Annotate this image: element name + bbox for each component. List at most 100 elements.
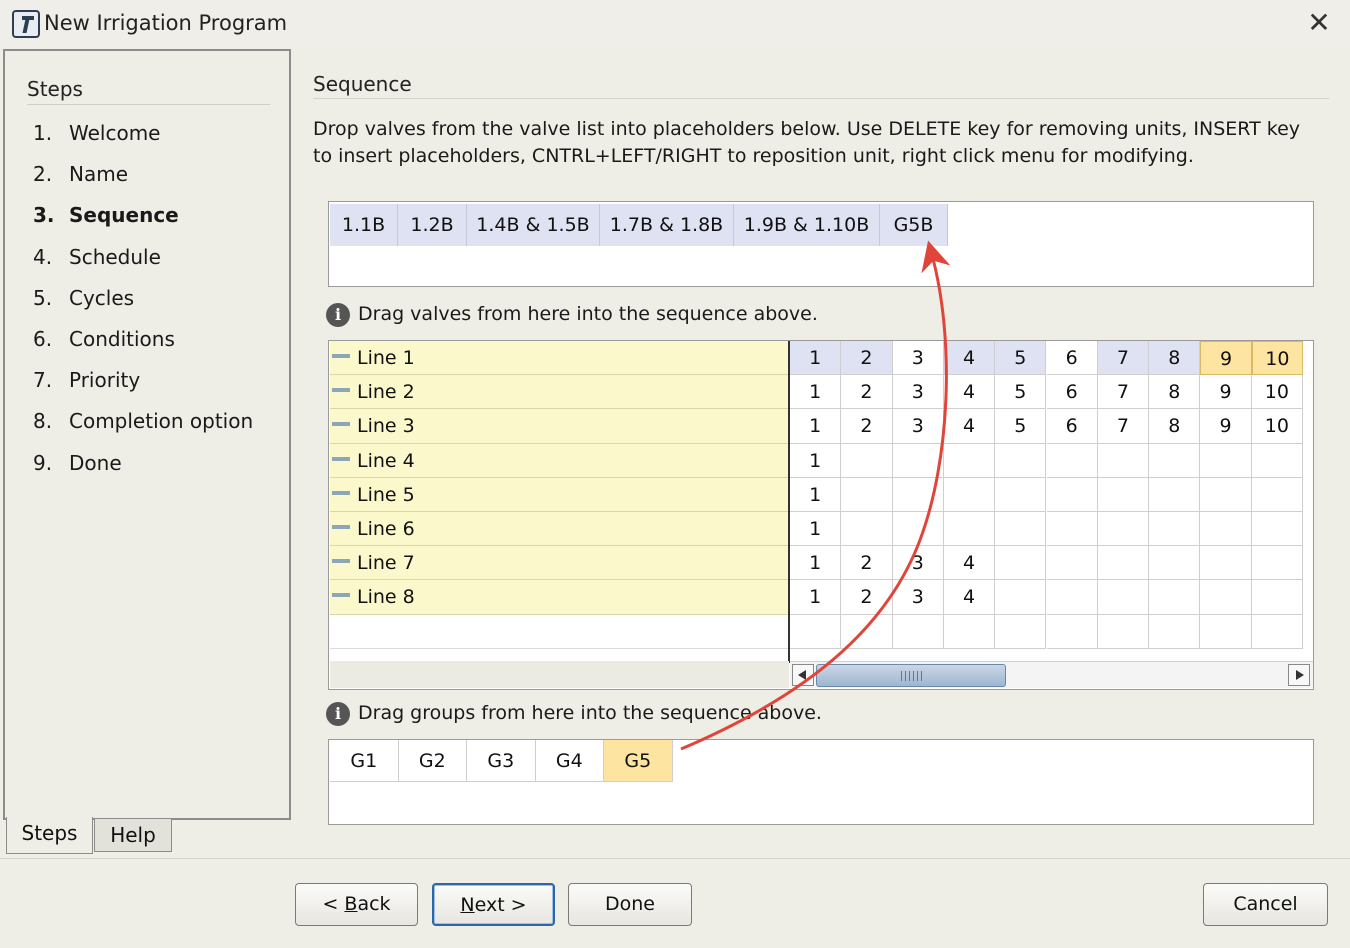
done-button[interactable]: Done [568, 883, 692, 926]
line-row-label[interactable]: Line 1 [330, 341, 788, 376]
line-row-label[interactable]: Line 3 [330, 409, 788, 444]
valve-cell[interactable] [1097, 580, 1150, 615]
valve-cell[interactable]: 3 [892, 375, 944, 410]
valve-cell[interactable]: 3 [892, 409, 944, 444]
valve-cell[interactable]: 8 [1149, 409, 1201, 444]
valve-cell[interactable] [1149, 580, 1201, 615]
valve-cell[interactable] [1097, 614, 1150, 649]
valve-cell[interactable]: 3 [892, 341, 944, 376]
valve-cell[interactable] [995, 580, 1047, 615]
valve-cell[interactable]: 2 [841, 375, 893, 410]
group-item-g4[interactable]: G4 [535, 740, 604, 782]
drag-handle-icon[interactable] [332, 525, 350, 529]
valve-cell[interactable] [892, 512, 944, 547]
valve-cell[interactable]: 1 [790, 341, 842, 376]
sequence-item[interactable]: 1.4B & 1.5B [467, 204, 600, 246]
group-item-g3[interactable]: G3 [467, 740, 536, 782]
valve-cell[interactable] [943, 477, 996, 512]
valve-cell[interactable]: 3 [892, 546, 944, 581]
valve-cell[interactable] [1200, 580, 1252, 615]
valve-cell[interactable]: 1 [790, 580, 842, 615]
valve-cell[interactable] [892, 477, 944, 512]
valve-cell[interactable]: 1 [790, 375, 842, 410]
valve-cell[interactable] [790, 614, 842, 649]
sequence-item[interactable]: 1.2B [398, 204, 467, 246]
valve-cell[interactable]: 6 [1046, 375, 1098, 410]
valve-cell[interactable]: 2 [841, 546, 893, 581]
line-row-label[interactable]: Line 5 [330, 477, 788, 512]
back-button[interactable]: < Back [295, 883, 418, 926]
valve-cell[interactable] [1251, 443, 1303, 478]
valve-cell[interactable]: 2 [841, 580, 893, 615]
valve-cell[interactable] [943, 614, 996, 649]
sequence-item[interactable]: 1.1B [330, 204, 398, 246]
valve-cell[interactable] [1149, 443, 1201, 478]
valve-cell[interactable]: 10 [1251, 409, 1303, 444]
valve-cell[interactable]: 5 [995, 409, 1047, 444]
cancel-button[interactable]: Cancel [1203, 883, 1328, 926]
valve-cell[interactable]: 4 [943, 341, 996, 376]
line-row-label[interactable]: Line 6 [330, 512, 788, 547]
line-row-label[interactable]: Line 4 [330, 443, 788, 478]
valve-cell[interactable] [1251, 477, 1303, 512]
valve-cell[interactable] [841, 477, 893, 512]
valve-cell[interactable]: 7 [1097, 375, 1150, 410]
valve-cell[interactable] [1200, 477, 1252, 512]
scroll-left-arrow-icon[interactable] [792, 664, 814, 686]
valve-cell[interactable]: 1 [790, 546, 842, 581]
valve-cell[interactable]: 1 [790, 512, 842, 547]
valve-cell[interactable] [892, 443, 944, 478]
valve-cell[interactable] [995, 443, 1047, 478]
close-button[interactable]: ✕ [1302, 8, 1336, 40]
valve-cell[interactable]: 9 [1200, 375, 1252, 410]
valve-cell[interactable]: 6 [1046, 409, 1098, 444]
valve-cell[interactable] [841, 512, 893, 547]
scroll-thumb[interactable] [816, 664, 1006, 687]
drag-handle-icon[interactable] [332, 422, 350, 427]
tab-steps[interactable]: Steps [6, 817, 93, 854]
valve-cell[interactable]: 5 [995, 375, 1047, 410]
valve-cell[interactable] [1251, 512, 1303, 547]
valve-cell[interactable]: 10 [1251, 375, 1303, 410]
valve-cell[interactable]: 2 [841, 409, 893, 444]
valve-cell[interactable] [1046, 512, 1098, 547]
scroll-right-arrow-icon[interactable] [1288, 664, 1310, 686]
valve-cell[interactable] [943, 512, 996, 547]
drag-handle-icon[interactable] [332, 354, 350, 358]
line-row-label[interactable]: Line 8 [330, 580, 788, 615]
valve-cell[interactable]: 7 [1097, 409, 1150, 444]
valve-cell[interactable]: 1 [790, 409, 842, 444]
valve-cell[interactable] [1149, 477, 1201, 512]
drag-handle-icon[interactable] [332, 456, 350, 461]
valve-cell[interactable] [1097, 477, 1150, 512]
line-row-label[interactable]: Line 2 [330, 375, 788, 410]
sequence-item[interactable]: 1.7B & 1.8B [600, 204, 734, 246]
valve-cell[interactable] [1097, 512, 1150, 547]
valve-cell[interactable] [1046, 546, 1098, 581]
sequence-drop-area[interactable]: 1.1B 1.2B 1.4B & 1.5B 1.7B & 1.8B 1.9B & 1.1… [328, 201, 1314, 287]
valve-cell[interactable] [1149, 614, 1201, 649]
valve-cell[interactable]: 10 [1251, 341, 1303, 376]
group-item-g5[interactable]: G5 [604, 740, 673, 782]
valve-cell[interactable] [995, 546, 1047, 581]
valve-cell[interactable] [892, 614, 944, 649]
valve-cell[interactable]: 7 [1097, 341, 1150, 376]
valve-cell[interactable]: 2 [841, 341, 893, 376]
valve-cell[interactable] [995, 512, 1047, 547]
valve-cell[interactable]: 1 [790, 443, 842, 478]
valve-cell[interactable]: 1 [790, 477, 842, 512]
valve-cell[interactable] [1200, 614, 1252, 649]
line-row-label[interactable]: Line 7 [330, 546, 788, 581]
valve-cell[interactable] [1097, 443, 1150, 478]
valve-cell[interactable] [995, 477, 1047, 512]
valve-cell[interactable]: 8 [1149, 375, 1201, 410]
drag-handle-icon[interactable] [332, 490, 350, 495]
group-item-g1[interactable]: G1 [330, 740, 399, 782]
valve-cell[interactable]: 4 [943, 409, 996, 444]
valve-cell[interactable] [995, 614, 1047, 649]
valve-cell[interactable]: 6 [1046, 341, 1098, 376]
valve-cell[interactable] [841, 614, 893, 649]
tab-help[interactable]: Help [94, 818, 172, 852]
valve-cell[interactable] [1200, 546, 1252, 581]
valve-cell[interactable] [1200, 512, 1252, 547]
